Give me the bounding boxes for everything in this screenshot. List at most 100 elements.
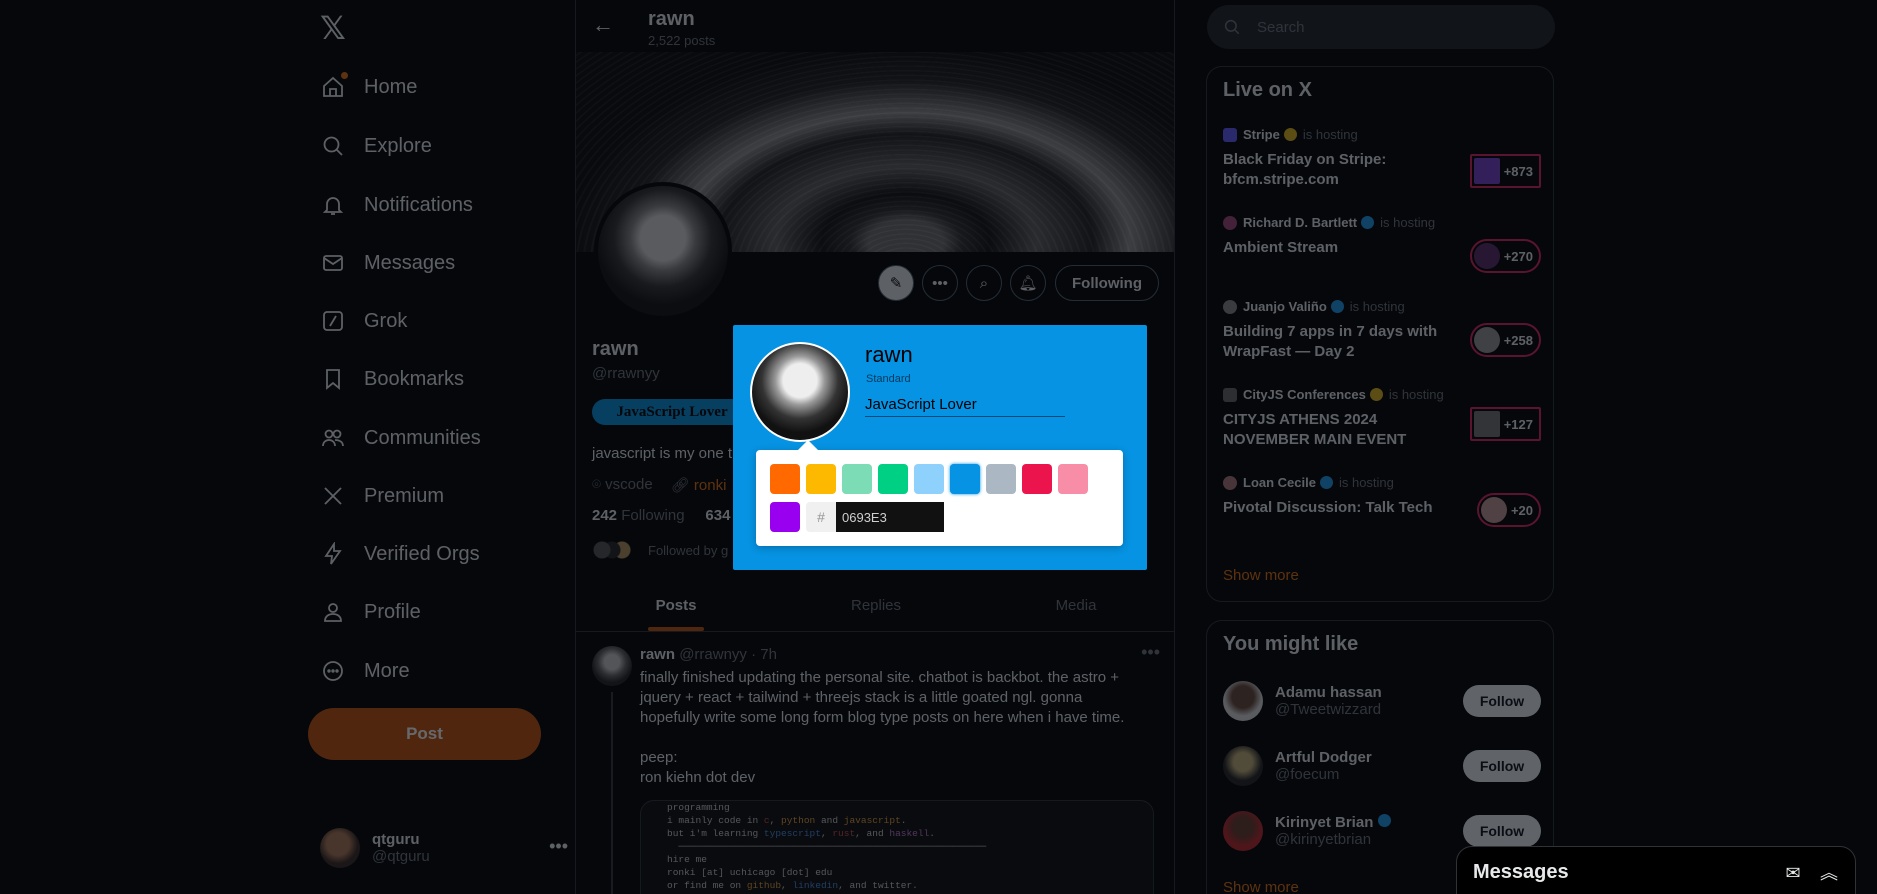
search-box[interactable] (1207, 5, 1555, 49)
person-icon (320, 599, 346, 625)
color-swatch[interactable] (770, 502, 800, 532)
new-message-icon[interactable]: ✉ (1783, 863, 1803, 883)
live-item[interactable]: CityJS Conferences is hosting CITYJS ATHE… (1223, 387, 1541, 450)
live-item[interactable]: Loan Cecile is hosting Pivotal Discussion… (1223, 475, 1541, 527)
following-count[interactable]: 242 (592, 507, 617, 524)
code-token: python (781, 815, 816, 826)
color-swatch[interactable] (914, 464, 944, 494)
show-more-link[interactable]: Show more (1223, 567, 1299, 584)
nav-messages[interactable]: Messages (320, 238, 455, 288)
account-switcher[interactable]: qtguru @qtguru ••• (320, 826, 568, 870)
follow-button[interactable]: Follow (1463, 815, 1541, 847)
code-line: programming (667, 802, 730, 813)
nav-bookmarks[interactable]: Bookmarks (320, 354, 464, 404)
code-token: linkedin (792, 880, 839, 891)
suggestion-name[interactable]: Adamu hassan (1275, 684, 1382, 701)
chevron-up-icon[interactable]: ︽ (1819, 863, 1839, 883)
avatar[interactable] (1223, 746, 1263, 786)
more-icon[interactable]: ••• (549, 836, 568, 857)
suggestion-handle: @foecum (1275, 766, 1340, 783)
host-name[interactable]: Richard D. Bartlett (1243, 215, 1357, 230)
color-swatch[interactable] (806, 464, 836, 494)
profile-link[interactable]: ronki (694, 477, 727, 494)
color-swatch[interactable] (950, 464, 980, 494)
nav-label: Bookmarks (364, 367, 465, 390)
card-title: Live on X (1223, 79, 1312, 101)
avatar[interactable] (1223, 811, 1263, 851)
color-swatch[interactable] (842, 464, 872, 494)
live-item[interactable]: Juanjo Valiño is hosting Building 7 apps … (1223, 299, 1541, 362)
suggestion-name-row[interactable]: Kirinyet Brian (1275, 814, 1397, 831)
code-token: and (815, 815, 844, 826)
host-name[interactable]: CityJS Conferences (1243, 387, 1366, 402)
nav-label: Explore (364, 134, 432, 157)
suggestion-name[interactable]: Kirinyet Brian (1275, 814, 1373, 831)
notify-button[interactable]: 🔔︎ (1010, 265, 1046, 301)
post-more-icon[interactable]: ••• (1141, 642, 1160, 663)
nav-explore[interactable]: Explore (320, 121, 432, 171)
follow-button[interactable]: Follow (1463, 750, 1541, 782)
x-logo-icon[interactable]: 𝕏 (320, 12, 352, 44)
listener-count[interactable]: +873 (1469, 154, 1541, 188)
listener-count[interactable]: +270 (1469, 239, 1541, 273)
nav-home[interactable]: Home (320, 62, 417, 112)
grok-icon (320, 308, 346, 334)
search-input[interactable] (1257, 18, 1456, 36)
messages-drawer[interactable]: Messages ✉ ︽ (1456, 846, 1856, 894)
followed-by[interactable]: Followed by g (592, 540, 728, 560)
show-more-link[interactable]: Show more (1223, 879, 1299, 894)
suggestion-name[interactable]: Artful Dodger (1275, 749, 1372, 766)
listener-count[interactable]: +258 (1469, 323, 1541, 357)
follow-suggestion[interactable]: Adamu hassan @Tweetwizzard Follow (1223, 677, 1541, 725)
search-profile-button[interactable]: ⌕ (966, 265, 1002, 301)
profile-name: rawn (592, 338, 639, 360)
live-title: Black Friday on Stripe: bfcm.stripe.com (1223, 151, 1387, 188)
following-button[interactable]: Following (1055, 265, 1159, 301)
live-item[interactable]: Stripe is hosting Black Friday on Stripe:… (1223, 127, 1541, 190)
post-meta: @rrawnyy · 7h (679, 646, 777, 663)
color-swatch[interactable] (878, 464, 908, 494)
tab-replies[interactable]: Replies (776, 580, 976, 631)
host-name[interactable]: Stripe (1243, 127, 1280, 142)
profile-avatar[interactable] (594, 182, 732, 320)
mail-icon (320, 250, 346, 276)
count-text: +873 (1503, 163, 1533, 179)
tag-text-input[interactable] (865, 393, 1065, 417)
tab-media[interactable]: Media (976, 580, 1174, 631)
post-avatar[interactable] (592, 646, 632, 686)
hex-color-input[interactable] (836, 502, 944, 532)
host-name[interactable]: Loan Cecile (1243, 475, 1316, 490)
profile-tag-badge[interactable]: JavaScript Lover (592, 399, 752, 425)
nav-profile[interactable]: Profile (320, 587, 421, 637)
live-avatar (1480, 497, 1507, 523)
color-swatch[interactable] (986, 464, 1016, 494)
following-label[interactable]: Following (621, 507, 684, 524)
nav-premium[interactable]: Premium (320, 471, 444, 521)
follow-suggestion[interactable]: Artful Dodger @foecum Follow (1223, 742, 1541, 790)
nav-communities[interactable]: Communities (320, 413, 481, 463)
back-arrow-icon[interactable]: ← (592, 14, 614, 36)
edit-pencil-button[interactable]: ✎ (878, 265, 914, 301)
nav-notifications[interactable]: Notifications (320, 180, 473, 230)
link-item[interactable]: 🔗︎ ronki (671, 476, 727, 494)
more-button[interactable]: ••• (922, 265, 958, 301)
listener-count[interactable]: +127 (1469, 407, 1541, 441)
nav-grok[interactable]: Grok (320, 296, 407, 346)
post-image[interactable]: programming i mainly code in c, python a… (640, 800, 1154, 894)
nav-more[interactable]: More (320, 646, 410, 696)
color-swatch[interactable] (770, 464, 800, 494)
avatar[interactable] (1223, 681, 1263, 721)
nav-verified-orgs[interactable]: Verified Orgs (320, 529, 480, 579)
tab-posts[interactable]: Posts (576, 580, 776, 631)
post-button[interactable]: Post (308, 708, 541, 760)
follow-button[interactable]: Follow (1463, 685, 1541, 717)
x-icon (320, 483, 346, 509)
live-item[interactable]: Richard D. Bartlett is hosting Ambient St… (1223, 215, 1541, 273)
post-item[interactable]: rawn @rrawnyy · 7h ••• finally finished … (576, 632, 1174, 894)
host-name[interactable]: Juanjo Valiño (1243, 299, 1327, 314)
followers-count[interactable]: 634 (705, 507, 730, 524)
post-author[interactable]: rawn (640, 646, 675, 663)
color-swatch[interactable] (1022, 464, 1052, 494)
listener-count[interactable]: +20 (1476, 493, 1541, 527)
color-swatch[interactable] (1058, 464, 1088, 494)
